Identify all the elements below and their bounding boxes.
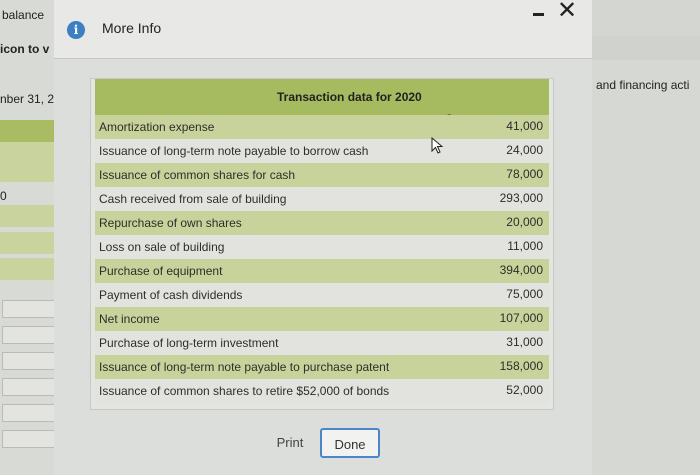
more-info-dialog: i More Info ✕ Transaction data for 2020 … [54, 0, 592, 475]
row-label: Loss on sale of building [99, 240, 225, 254]
minimize-icon [533, 13, 544, 16]
background-input[interactable] [2, 404, 56, 422]
background-right-panel [590, 60, 700, 475]
row-value: 158,000 [499, 359, 543, 373]
table-row: Issuance of common shares to retire $52,… [95, 379, 549, 403]
background-zero-text: 0 [0, 189, 7, 203]
close-icon: ✕ [556, 0, 578, 24]
table-row: Repurchase of own shares 20,000 [95, 211, 549, 235]
background-right-text: and financing acti [596, 78, 690, 92]
background-icon-text: icon to v [0, 42, 50, 56]
row-value: 394,000 [499, 263, 543, 277]
row-label: Cash received from sale of building [99, 192, 287, 206]
row-label: Purchase of long-term investment [99, 336, 279, 350]
row-label: Net income [99, 312, 160, 326]
background-input[interactable] [2, 352, 56, 370]
row-label: Issuance of common shares for cash [99, 168, 296, 182]
table-title: Transaction data for 2020 [277, 90, 422, 104]
background-row [0, 142, 58, 182]
row-value: 24,000 [506, 143, 543, 157]
row-label: Issuance of common shares to retire $52,… [99, 384, 390, 398]
row-label: Payment of cash dividends [99, 288, 243, 302]
row-value: 11,000 [507, 239, 543, 253]
transaction-table: Transaction data for 2020 $ Amortization… [90, 78, 554, 410]
row-label: Amortization expense [99, 120, 215, 134]
table-row: Cash received from sale of building 293,… [95, 187, 549, 211]
row-value: 78,000 [506, 167, 543, 181]
row-value: 52,000 [506, 383, 543, 397]
background-header-row [0, 120, 58, 142]
row-value: 293,000 [499, 191, 543, 205]
done-button[interactable]: Done [320, 428, 380, 458]
background-balance-text: balance [2, 8, 45, 22]
background-row [0, 232, 58, 254]
background-input[interactable] [2, 300, 56, 318]
background-input[interactable] [2, 378, 56, 396]
table-row: Loss on sale of building 11,000 [95, 235, 549, 259]
dialog-title-bar: i More Info ✕ [54, 0, 592, 59]
row-value: 107,000 [499, 311, 543, 325]
row-label: Issuance of long-term note payable to pu… [99, 360, 390, 374]
table-row: Issuance of long-term note payable to pu… [95, 355, 549, 379]
row-value: 20,000 [506, 215, 543, 229]
close-button[interactable]: ✕ [554, 0, 580, 24]
info-icon: i [67, 21, 85, 39]
table-row: Payment of cash dividends 75,000 [95, 283, 549, 307]
table-row: Issuance of long-term note payable to bo… [95, 139, 549, 163]
print-button[interactable]: Print [264, 428, 316, 458]
row-label: Issuance of long-term note payable to bo… [99, 144, 369, 158]
table-row: Issuance of common shares for cash 78,00… [95, 163, 549, 187]
background-row [0, 258, 58, 280]
row-label: Repurchase of own shares [99, 216, 242, 230]
background-row [0, 205, 58, 227]
table-row: Amortization expense 41,000 [95, 115, 549, 139]
mouse-cursor-icon [431, 137, 444, 154]
table-row: Purchase of long-term investment 31,000 [95, 331, 549, 355]
table-row: Purchase of equipment 394,000 [95, 259, 549, 283]
row-value: 75,000 [506, 287, 543, 301]
background-date-text: nber 31, 2 [0, 92, 55, 106]
dialog-title: More Info [102, 20, 162, 36]
minimize-button[interactable] [528, 2, 550, 22]
row-label: Purchase of equipment [99, 264, 223, 278]
background-input[interactable] [2, 430, 56, 448]
background-input[interactable] [2, 326, 56, 344]
row-value: 31,000 [506, 335, 543, 349]
table-row: Net income 107,000 [95, 307, 549, 331]
row-value: 41,000 [506, 119, 543, 133]
